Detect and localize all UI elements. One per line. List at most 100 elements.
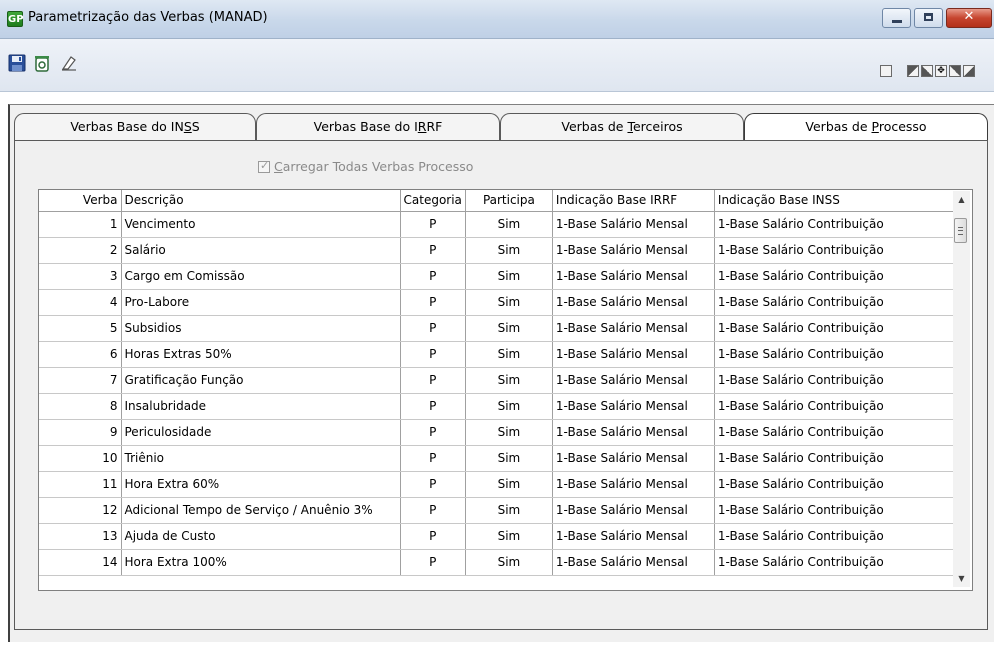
tab-terceiros[interactable]: Verbas de Terceiros [500, 113, 744, 140]
cell-descricao[interactable]: Triênio [121, 445, 401, 472]
table-row[interactable]: 1 Vencimento P Sim 1-Base Salário Mensal 1-Ba… [39, 211, 957, 238]
cell-verba[interactable]: 1 [39, 211, 122, 238]
cell-descricao[interactable]: Hora Extra 60% [121, 471, 401, 498]
col-inss[interactable]: Indicação Base INSS [714, 190, 957, 212]
cell-inss[interactable]: 1-Base Salário Contribuição [714, 237, 957, 264]
cell-inss[interactable]: 1-Base Salário Contribuição [714, 315, 957, 342]
cell-verba[interactable]: 4 [39, 289, 122, 316]
cell-categoria[interactable]: P [400, 471, 466, 498]
cell-inss[interactable]: 1-Base Salário Contribuição [714, 445, 957, 472]
cell-verba[interactable]: 3 [39, 263, 122, 290]
cell-verba[interactable]: 8 [39, 393, 122, 420]
scroll-thumb[interactable] [954, 218, 967, 243]
cell-categoria[interactable]: P [400, 289, 466, 316]
cell-participa[interactable]: Sim [465, 341, 553, 368]
cell-inss[interactable]: 1-Base Salário Contribuição [714, 523, 957, 550]
cell-participa[interactable]: Sim [465, 263, 553, 290]
cell-categoria[interactable]: P [400, 367, 466, 394]
move-icon[interactable]: ✥ [935, 65, 947, 77]
cell-verba[interactable]: 11 [39, 471, 122, 498]
cell-irrf[interactable]: 1-Base Salário Mensal [552, 445, 715, 472]
table-row[interactable]: 5 Subsidios P Sim 1-Base Salário Mensal 1-Bas… [39, 315, 957, 342]
cell-irrf[interactable]: 1-Base Salário Mensal [552, 289, 715, 316]
checkbox-icon[interactable] [258, 159, 270, 173]
cell-verba[interactable]: 14 [39, 549, 122, 576]
cell-categoria[interactable]: P [400, 315, 466, 342]
cell-descricao[interactable]: Salário [121, 237, 401, 264]
cell-participa[interactable]: Sim [465, 289, 553, 316]
table-row[interactable]: 8 Insalubridade P Sim 1-Base Salário Mensal 1… [39, 393, 957, 420]
cell-participa[interactable]: Sim [465, 315, 553, 342]
cell-categoria[interactable]: P [400, 393, 466, 420]
cell-irrf[interactable]: 1-Base Salário Mensal [552, 419, 715, 446]
calculator-icon[interactable] [880, 65, 892, 77]
cell-descricao[interactable]: Gratificação Função [121, 367, 401, 394]
cell-descricao[interactable]: Subsidios [121, 315, 401, 342]
cell-irrf[interactable]: 1-Base Salário Mensal [552, 315, 715, 342]
tab-processo[interactable]: Verbas de Processo [744, 113, 988, 142]
cell-descricao[interactable]: Adicional Tempo de Serviço / Anuênio 3% [121, 497, 401, 524]
table-row[interactable]: 6 Horas Extras 50% P Sim 1-Base Salário Mens… [39, 341, 957, 368]
cell-descricao[interactable]: Pro-Labore [121, 289, 401, 316]
col-categoria[interactable]: Categoria [400, 190, 466, 212]
cell-participa[interactable]: Sim [465, 237, 553, 264]
tab-irrf[interactable]: Verbas Base do IRRF [256, 113, 500, 140]
cell-verba[interactable]: 6 [39, 341, 122, 368]
cell-categoria[interactable]: P [400, 211, 466, 238]
cell-descricao[interactable]: Horas Extras 50% [121, 341, 401, 368]
close-button[interactable]: ✕ [946, 8, 992, 28]
cell-participa[interactable]: Sim [465, 211, 553, 238]
cell-inss[interactable]: 1-Base Salário Contribuição [714, 497, 957, 524]
cell-verba[interactable]: 9 [39, 419, 122, 446]
minimize-button[interactable] [882, 8, 911, 28]
cell-categoria[interactable]: P [400, 445, 466, 472]
cell-descricao[interactable]: Hora Extra 100% [121, 549, 401, 576]
cell-descricao[interactable]: Cargo em Comissão [121, 263, 401, 290]
save-icon[interactable] [8, 54, 26, 72]
cell-categoria[interactable]: P [400, 341, 466, 368]
cell-inss[interactable]: 1-Base Salário Contribuição [714, 471, 957, 498]
cell-participa[interactable]: Sim [465, 497, 553, 524]
cell-irrf[interactable]: 1-Base Salário Mensal [552, 523, 715, 550]
cell-descricao[interactable]: Insalubridade [121, 393, 401, 420]
cell-inss[interactable]: 1-Base Salário Contribuição [714, 367, 957, 394]
cell-irrf[interactable]: 1-Base Salário Mensal [552, 263, 715, 290]
verbas-grid[interactable]: Verba Descrição Categoria Participa Indi… [38, 189, 973, 591]
cell-categoria[interactable]: P [400, 419, 466, 446]
cell-categoria[interactable]: P [400, 523, 466, 550]
corner-br-icon[interactable] [963, 65, 975, 77]
arrow-down-icon[interactable]: ▼ [953, 570, 970, 587]
table-row[interactable]: 9 Periculosidade P Sim 1-Base Salário Mensal… [39, 419, 957, 446]
cell-categoria[interactable]: P [400, 263, 466, 290]
cell-verba[interactable]: 5 [39, 315, 122, 342]
cell-inss[interactable]: 1-Base Salário Contribuição [714, 393, 957, 420]
cell-participa[interactable]: Sim [465, 393, 553, 420]
cell-irrf[interactable]: 1-Base Salário Mensal [552, 393, 715, 420]
cell-participa[interactable]: Sim [465, 549, 553, 576]
table-row[interactable]: 14 Hora Extra 100% P Sim 1-Base Salário Mens… [39, 549, 957, 576]
cell-verba[interactable]: 13 [39, 523, 122, 550]
cell-irrf[interactable]: 1-Base Salário Mensal [552, 341, 715, 368]
table-row[interactable]: 11 Hora Extra 60% P Sim 1-Base Salário Mensa… [39, 471, 957, 498]
cell-verba[interactable]: 12 [39, 497, 122, 524]
col-descricao[interactable]: Descrição [121, 190, 401, 212]
eraser-icon[interactable] [60, 54, 78, 72]
cell-participa[interactable]: Sim [465, 445, 553, 472]
cell-participa[interactable]: Sim [465, 523, 553, 550]
tab-inss[interactable]: Verbas Base do INSS [14, 113, 256, 140]
cell-inss[interactable]: 1-Base Salário Contribuição [714, 289, 957, 316]
col-irrf[interactable]: Indicação Base IRRF [552, 190, 715, 212]
corner-bl-icon[interactable] [921, 65, 933, 77]
col-verba[interactable]: Verba [39, 190, 122, 212]
cell-verba[interactable]: 10 [39, 445, 122, 472]
corner-tr-icon[interactable] [949, 65, 961, 77]
cell-participa[interactable]: Sim [465, 367, 553, 394]
table-row[interactable]: 10 Triênio P Sim 1-Base Salário Mensal 1-Base… [39, 445, 957, 472]
cell-categoria[interactable]: P [400, 237, 466, 264]
cell-inss[interactable]: 1-Base Salário Contribuição [714, 263, 957, 290]
cell-participa[interactable]: Sim [465, 471, 553, 498]
maximize-button[interactable] [914, 8, 943, 28]
cell-irrf[interactable]: 1-Base Salário Mensal [552, 211, 715, 238]
cell-inss[interactable]: 1-Base Salário Contribuição [714, 549, 957, 576]
cell-categoria[interactable]: P [400, 549, 466, 576]
